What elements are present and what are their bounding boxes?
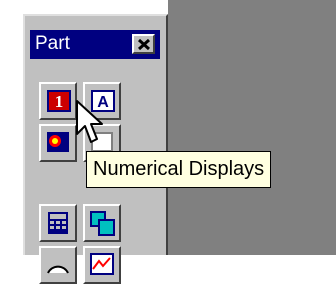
- mouse-cursor-icon: [76, 100, 103, 143]
- meter-icon: [47, 265, 69, 274]
- indicator-icon: [47, 132, 69, 152]
- close-icon: [137, 38, 151, 51]
- tool-graph[interactable]: [83, 246, 121, 284]
- tooltip-numerical-displays: Numerical Displays: [86, 151, 272, 188]
- graph-icon: [90, 253, 114, 275]
- overlay-windows-icon: [90, 211, 115, 236]
- close-button[interactable]: [132, 34, 155, 54]
- numeric-display-icon: 1: [47, 90, 71, 112]
- tool-numerical-displays[interactable]: 1: [39, 82, 77, 120]
- tool-meter[interactable]: [39, 246, 77, 284]
- numeric-display-glyph: 1: [55, 92, 64, 111]
- palette-title: Part: [35, 33, 70, 54]
- calculator-icon: [48, 212, 68, 234]
- tool-calculator[interactable]: [39, 204, 77, 242]
- tool-overlay-windows[interactable]: [83, 204, 121, 242]
- workspace-background: [168, 0, 336, 255]
- palette-titlebar[interactable]: Part: [30, 30, 160, 59]
- tool-indicators[interactable]: [39, 124, 77, 162]
